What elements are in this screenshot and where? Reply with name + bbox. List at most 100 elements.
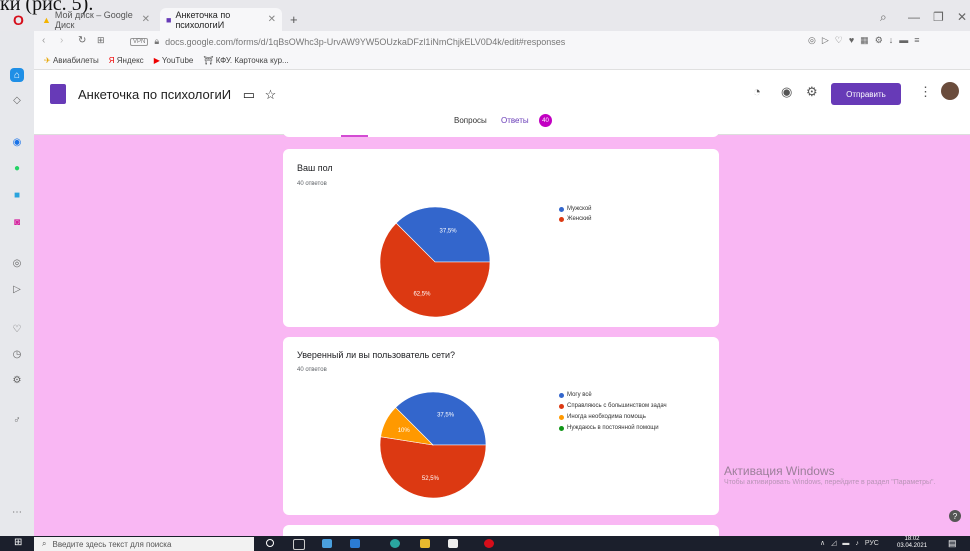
legend-dot: [559, 206, 564, 212]
legend-item-can-do-everything: Могу всё: [559, 392, 592, 398]
bookmark-youtube[interactable]: ▶ YouTube: [154, 56, 194, 65]
google-forms-logo-icon[interactable]: [50, 84, 66, 104]
lock-icon: 🔒︎: [154, 36, 160, 46]
windows-start-icon[interactable]: ⊞: [14, 538, 24, 548]
home-icon[interactable]: ⌂: [10, 68, 24, 82]
avatar[interactable]: [941, 82, 959, 100]
word-icon[interactable]: [350, 539, 360, 548]
activation-title: Активация Windows: [724, 464, 835, 478]
minimize-icon[interactable]: —: [908, 10, 920, 24]
bookmark-aviatickets[interactable]: ✈ Авиабилеты: [44, 56, 99, 65]
url-field[interactable]: VPN 🔒︎ docs.google.com/forms/d/1qBsOWhc3…: [130, 33, 910, 50]
whatsapp-icon[interactable]: ●: [10, 161, 24, 175]
send-button[interactable]: Отправить: [831, 83, 901, 105]
cortana-icon[interactable]: [266, 539, 274, 547]
close-icon[interactable]: ✕: [142, 14, 150, 25]
send-arrow-icon[interactable]: ▷: [10, 282, 24, 296]
star-icon[interactable]: ☆: [265, 87, 277, 102]
more-vert-icon[interactable]: ⋮: [919, 84, 932, 100]
folder-icon[interactable]: ▭: [243, 87, 255, 102]
settings-gear-icon[interactable]: ⚙: [806, 84, 818, 100]
answers-count-badge: 40: [539, 114, 552, 127]
youtube-icon: ▶: [153, 56, 160, 65]
legend-dot: [559, 216, 564, 222]
pie-slice-most-tasks[interactable]: [380, 436, 486, 498]
response-count: 40 ответов: [297, 181, 327, 187]
network-icon[interactable]: ◿: [831, 540, 836, 547]
pie-data-label-sometimes-help: 10%: [398, 428, 411, 434]
taskbar-search-box[interactable]: ⌕ Введите здесь текст для поиска: [34, 537, 254, 551]
task-view-icon[interactable]: [293, 539, 305, 550]
legend-item-female: Женский: [559, 216, 591, 222]
new-tab-button[interactable]: +: [284, 8, 304, 31]
question-card-internet-confidence: Уверенный ли вы пользователь сети? 40 от…: [283, 337, 719, 515]
bookmark-yandex[interactable]: Я Яндекс: [109, 56, 144, 65]
pie-data-label-most-tasks: 52,5%: [422, 476, 440, 482]
mail-icon[interactable]: [322, 539, 332, 548]
vpn-badge[interactable]: VPN: [130, 37, 149, 46]
heart-icon[interactable]: ♡: [10, 322, 24, 336]
instagram-icon[interactable]: ◙: [10, 215, 24, 229]
preview-eye-icon[interactable]: ◉: [781, 84, 792, 100]
forms-header: Анкеточка по психологиИ ▭ ☆ ◔ ◉ ⚙ Отправ…: [34, 70, 970, 135]
windows-activation-watermark: Активация Windows Чтобы активировать Win…: [724, 464, 954, 488]
edge-icon[interactable]: [390, 539, 400, 548]
file-explorer-icon[interactable]: [420, 539, 430, 548]
history-icon[interactable]: ◷: [10, 347, 24, 361]
url-text: docs.google.com/forms/d/1qBsOWhc3p-UrvAW…: [165, 36, 566, 47]
restore-icon[interactable]: ❐: [933, 10, 944, 24]
bookmark-kfu[interactable]: ⛩ КФУ. Карточка кур...: [203, 56, 288, 65]
response-count: 40 ответов: [297, 367, 327, 373]
volume-icon[interactable]: ♪: [855, 540, 859, 547]
opera-logo-icon[interactable]: O: [13, 13, 25, 27]
legend-dot: [559, 403, 564, 409]
tab-answers[interactable]: Ответы: [501, 116, 529, 125]
close-window-icon[interactable]: ✕: [957, 10, 967, 24]
tab-questions[interactable]: Вопросы: [454, 116, 487, 125]
help-icon[interactable]: ?: [949, 510, 961, 522]
battery-icon[interactable]: ▬: [842, 540, 849, 547]
clock-time: 18:02: [904, 536, 920, 542]
legend-dot: [559, 425, 564, 431]
palette-icon[interactable]: ◔: [753, 84, 761, 99]
tray-chevron-icon[interactable]: ∧: [820, 540, 825, 547]
legend-item-male: Мужской: [559, 206, 592, 212]
document-text-fragment: ки (рис. 5).: [0, 0, 94, 15]
speed-dial-icon[interactable]: ⊞: [97, 35, 105, 46]
close-icon[interactable]: ✕: [268, 14, 276, 25]
next-card-stub: [283, 525, 719, 536]
legend-dot: [559, 414, 564, 420]
legend-item-sometimes-help: Иногда необходима помощь: [559, 414, 646, 420]
language-indicator[interactable]: РУС: [865, 540, 879, 547]
speed-dial-icon[interactable]: ◇: [10, 93, 24, 107]
messenger-icon[interactable]: ◉: [10, 135, 24, 149]
settings-icon[interactable]: ⚙: [10, 373, 24, 387]
notifications-icon[interactable]: ▤: [948, 538, 957, 549]
question-title: Ваш пол: [297, 163, 333, 173]
kfu-icon: ⛩: [203, 56, 214, 65]
vk-icon[interactable]: ■: [10, 188, 24, 202]
clock-date: 03.04.2021: [897, 543, 928, 549]
pie-data-label-male: 37,5%: [440, 228, 458, 234]
form-title[interactable]: Анкеточка по психологиИ ▭ ☆: [78, 87, 276, 103]
search-icon: ⌕: [42, 539, 47, 548]
search-tabs-icon[interactable]: ⌕: [880, 10, 887, 25]
store-icon[interactable]: [448, 539, 458, 548]
bookmarks-bar: ✈ Авиабилеты Я Яндекс ▶ YouTube ⛩ КФУ. К…: [34, 52, 970, 70]
pie-data-label-female: 62,5%: [413, 292, 431, 298]
legend-dot: [559, 392, 564, 398]
question-card-gender: Ваш пол 40 ответов 37,5% 62,5% Мужской Же…: [283, 149, 719, 327]
player-icon[interactable]: ◎: [10, 256, 24, 270]
address-bar-extension-icons[interactable]: ◎▷♡♥▦⚙↓▬≡: [808, 35, 926, 46]
forward-icon[interactable]: ›: [60, 35, 63, 46]
bulb-icon[interactable]: ♂: [10, 413, 24, 427]
tab-forms[interactable]: ■ Анкеточка по психологиИ ✕: [160, 8, 282, 31]
opera-taskbar-icon[interactable]: [484, 539, 494, 548]
more-icon[interactable]: ⋯: [10, 505, 24, 519]
reload-icon[interactable]: ↻: [78, 35, 86, 46]
taskbar-clock[interactable]: 18:02 03.04.2021: [897, 536, 927, 550]
back-icon[interactable]: ‹: [42, 35, 45, 46]
forms-icon: ■: [166, 14, 172, 25]
scroll-marker: [341, 135, 368, 137]
search-placeholder: Введите здесь текст для поиска: [52, 539, 172, 549]
